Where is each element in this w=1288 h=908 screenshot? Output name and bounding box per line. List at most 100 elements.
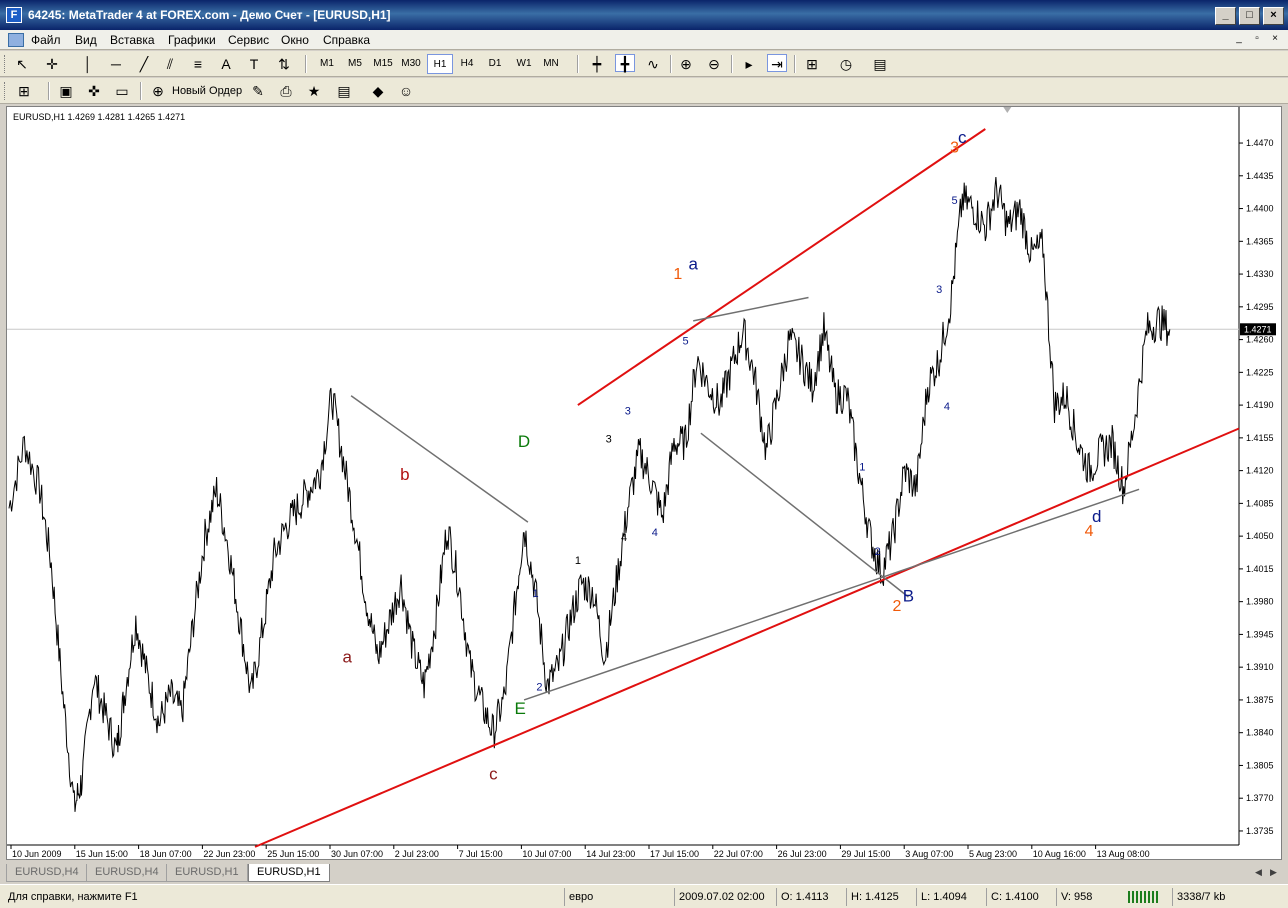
cursor-icon[interactable]: ↖ [12, 55, 32, 73]
print-icon[interactable]: ⎙ [276, 82, 296, 100]
bar-chart-icon[interactable]: ┿ [587, 55, 607, 73]
menu-help[interactable]: Справка [323, 33, 370, 47]
price-tick-label: 1.4365 [1246, 236, 1274, 246]
timeframe-d1[interactable]: D1 [482, 54, 508, 74]
price-chart[interactable]: 1.4470 1.4435 1.4400 1.4365 1.4330 1.4295 1.42… [6, 106, 1282, 860]
price-tick-label: 1.3805 [1246, 760, 1274, 770]
menu-bar: Файл Вид Вставка Графики Сервис Окно Спр… [0, 30, 1288, 50]
status-bar: Для справки, нажмите F1 евро 2009.07.02 … [0, 884, 1288, 908]
horizontal-line-icon[interactable]: ─ [106, 55, 126, 73]
toolbar-grip[interactable] [4, 82, 7, 100]
menu-view[interactable]: Вид [75, 33, 97, 47]
tab-scroll-left-icon[interactable]: ◀ [1255, 867, 1262, 878]
wave-label: 1 [575, 555, 581, 567]
text-label-icon[interactable]: T [244, 55, 264, 73]
crosshair-icon[interactable]: ✛ [42, 55, 62, 73]
menu-tools[interactable]: Сервис [228, 33, 269, 47]
minimize-button[interactable]: _ [1215, 7, 1236, 25]
wave-label: 4 [1085, 523, 1094, 540]
price-tick-label: 1.4050 [1246, 531, 1274, 541]
zoom-in-icon[interactable]: ⊕ [676, 55, 696, 73]
timeframe-h1[interactable]: H1 [427, 54, 453, 74]
help-text: Для справки, нажмите F1 [8, 891, 138, 903]
templates-icon[interactable]: ▤ [870, 55, 890, 73]
status-datetime: 2009.07.02 02:00 [674, 888, 774, 906]
new-chart-icon[interactable]: ⊞ [14, 82, 34, 100]
wave-label: c [958, 128, 967, 147]
new-order-button[interactable]: Новый Ордер [172, 85, 242, 97]
mdi-restore-button[interactable]: ▫ [1250, 33, 1264, 46]
equidistant-channel-icon[interactable]: ⫽ [160, 55, 180, 73]
chart-tabs: EURUSD,H4 EURUSD,H4 EURUSD,H1 EURUSD,H1 … [0, 861, 1288, 883]
timeframe-h4[interactable]: H4 [454, 54, 480, 74]
menu-charts[interactable]: Графики [168, 33, 216, 47]
price-tick-label: 1.4435 [1246, 171, 1274, 181]
tab-eurusd-h1-active[interactable]: EURUSD,H1 [248, 864, 330, 882]
maximize-button[interactable]: □ [1239, 7, 1260, 25]
time-tick-label: 14 Jul 23:00 [586, 849, 635, 859]
mdi-close-button[interactable]: × [1268, 33, 1282, 46]
tab-eurusd-h1[interactable]: EURUSD,H1 [166, 864, 248, 882]
new-order-icon[interactable]: ⊕ [148, 82, 168, 100]
menu-insert[interactable]: Вставка [110, 33, 155, 47]
app-icon: F [6, 7, 22, 23]
close-button[interactable]: × [1263, 7, 1284, 25]
menu-file[interactable]: Файл [31, 33, 61, 47]
candlestick-chart-icon[interactable]: ╋ [615, 54, 635, 72]
wave-label: 1 [533, 588, 539, 600]
auto-scroll-icon[interactable]: ▸ [739, 55, 759, 73]
time-tick-label: 10 Jul 07:00 [522, 849, 571, 859]
time-tick-label: 22 Jun 23:00 [203, 849, 255, 859]
text-icon[interactable]: A [216, 55, 236, 73]
vertical-line-icon[interactable]: │ [78, 55, 98, 73]
timeframe-m15[interactable]: M15 [370, 54, 396, 74]
title-bar: F 64245: MetaTrader 4 at FOREX.com - Дем… [0, 0, 1288, 30]
tab-eurusd-h4-2[interactable]: EURUSD,H4 [86, 864, 168, 882]
time-tick-label: 18 Jun 07:00 [140, 849, 192, 859]
wave-label: 3 [950, 139, 959, 156]
time-tick-label: 5 Aug 23:00 [969, 849, 1017, 859]
timeframe-m5[interactable]: M5 [342, 54, 368, 74]
price-tick-label: 1.4225 [1246, 367, 1274, 377]
chart-window-icon[interactable] [8, 33, 24, 47]
menu-window[interactable]: Окно [281, 33, 309, 47]
timeframe-mn[interactable]: MN [538, 54, 564, 74]
price-tick-label: 1.3945 [1246, 629, 1274, 639]
status-close: C: 1.4100 [986, 888, 1054, 906]
chart-canvas: 1.4470 1.4435 1.4400 1.4365 1.4330 1.4295 1.42… [7, 107, 1276, 859]
terminal-icon[interactable]: ▭ [112, 82, 132, 100]
wave-label: 3 [936, 284, 942, 296]
timeframe-m30[interactable]: M30 [398, 54, 424, 74]
timeframe-m1[interactable]: M1 [314, 54, 340, 74]
alert-icon[interactable]: ◆ [368, 82, 388, 100]
price-tick-label: 1.3770 [1246, 793, 1274, 803]
status-open: O: 1.4113 [776, 888, 844, 906]
expert-advisors-icon[interactable]: ☺ [396, 82, 416, 100]
mdi-minimize-button[interactable]: _ [1232, 33, 1246, 46]
wave-label: 5 [952, 195, 958, 207]
metaeditor-icon[interactable]: ✎ [248, 82, 268, 100]
status-volume: V: 958 [1056, 888, 1122, 906]
navigator-icon[interactable]: ✜ [84, 82, 104, 100]
zoom-out-icon[interactable]: ⊖ [704, 55, 724, 73]
chart-shift-icon[interactable]: ⇥ [767, 54, 787, 72]
price-tick-label: 1.3840 [1246, 728, 1274, 738]
window-title: 64245: MetaTrader 4 at FOREX.com - Демо … [28, 8, 391, 22]
fibonacci-icon[interactable]: ≡ [188, 55, 208, 73]
trendline-icon[interactable]: ╱ [134, 55, 154, 73]
toolbar-grip[interactable] [4, 55, 7, 73]
periods-clock-icon[interactable]: ◷ [836, 55, 856, 73]
drawing-toolbar: ↖ ✛ │ ─ ╱ ⫽ ≡ A T ⇅ M1 M5 M15 M30 H1 H4 … [0, 51, 1288, 77]
market-watch-icon[interactable]: ▣ [56, 82, 76, 100]
profiles-icon[interactable]: ▤ [334, 82, 354, 100]
tab-scroll-right-icon[interactable]: ▶ [1270, 867, 1277, 878]
timeframe-w1[interactable]: W1 [511, 54, 537, 74]
price-tick-label: 1.4260 [1246, 335, 1274, 345]
wave-label: 1 [673, 266, 682, 283]
line-chart-icon[interactable]: ∿ [643, 55, 663, 73]
wave-label: E [515, 699, 526, 718]
indicators-icon[interactable]: ⊞ [802, 55, 822, 73]
tab-eurusd-h4[interactable]: EURUSD,H4 [6, 864, 88, 882]
strategy-tester-icon[interactable]: ★ [304, 82, 324, 100]
arrows-icon[interactable]: ⇅ [274, 55, 294, 73]
